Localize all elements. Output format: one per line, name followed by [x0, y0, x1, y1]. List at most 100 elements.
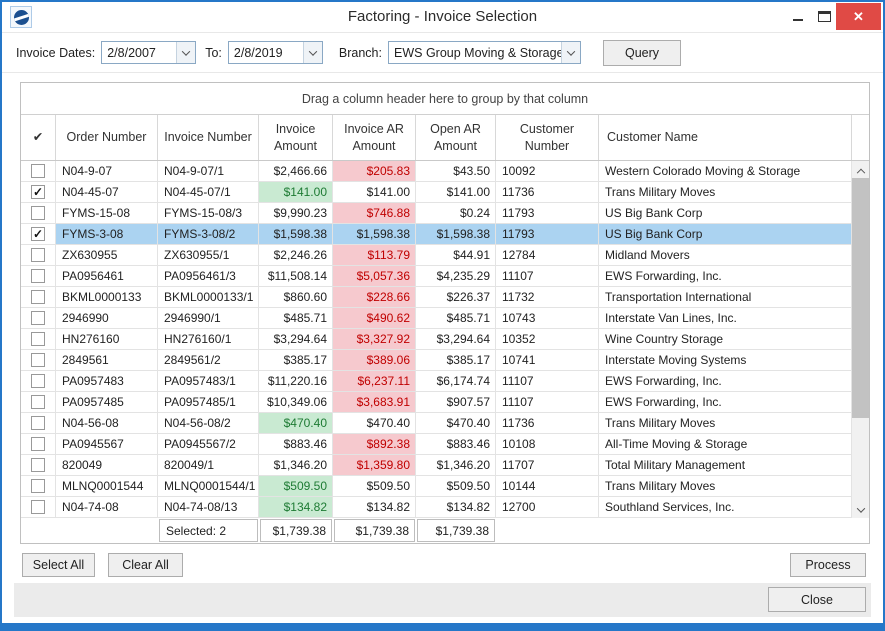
row-checkbox[interactable] — [31, 437, 45, 451]
row-checkbox-cell: ✓ — [21, 182, 56, 202]
column-header-order-number[interactable]: Order Number — [56, 115, 158, 160]
row-checkbox[interactable] — [31, 206, 45, 220]
cell-invoice-ar-amount: $490.62 — [333, 308, 416, 328]
group-by-band[interactable]: Drag a column header here to group by th… — [21, 83, 869, 115]
row-checkbox[interactable] — [31, 395, 45, 409]
table-row[interactable]: N04-56-08 N04-56-08/2 $470.40 $470.40 $4… — [21, 413, 852, 434]
branch-select[interactable]: EWS Group Moving & Storage... — [388, 41, 581, 64]
row-checkbox[interactable] — [31, 500, 45, 514]
row-checkbox-cell — [21, 245, 56, 265]
date-from-picker[interactable]: 2/8/2007 — [101, 41, 196, 64]
cell-invoice-amount: $2,466.66 — [259, 161, 333, 181]
vertical-scrollbar[interactable] — [852, 161, 869, 518]
row-checkbox[interactable] — [31, 269, 45, 283]
column-header-customer-name[interactable]: Customer Name — [599, 115, 852, 160]
cell-open-ar-amount: $485.71 — [416, 308, 496, 328]
row-checkbox[interactable] — [31, 248, 45, 262]
row-checkbox[interactable] — [31, 164, 45, 178]
column-header-invoice-amount[interactable]: Invoice Amount — [259, 115, 333, 160]
scroll-down-button[interactable] — [852, 501, 869, 518]
cell-open-ar-amount: $1,598.38 — [416, 224, 496, 244]
cell-order-number: ZX630955 — [56, 245, 158, 265]
cell-invoice-ar-amount: $205.83 — [333, 161, 416, 181]
scroll-up-button[interactable] — [852, 161, 869, 178]
process-button[interactable]: Process — [790, 553, 866, 577]
cell-open-ar-amount: $385.17 — [416, 350, 496, 370]
column-header-customer-number[interactable]: Customer Number — [496, 115, 599, 160]
row-checkbox[interactable] — [31, 416, 45, 430]
clear-all-button[interactable]: Clear All — [108, 553, 183, 577]
close-window-button[interactable]: ✕ — [836, 3, 881, 30]
cell-open-ar-amount: $6,174.74 — [416, 371, 496, 391]
row-checkbox[interactable] — [31, 479, 45, 493]
branch-dropdown-button[interactable] — [561, 42, 580, 63]
table-row[interactable]: PA0956461 PA0956461/3 $11,508.14 $5,057.… — [21, 266, 852, 287]
column-header-open-ar[interactable]: Open AR Amount — [416, 115, 496, 160]
cell-open-ar-amount: $3,294.64 — [416, 329, 496, 349]
query-button[interactable]: Query — [603, 40, 681, 66]
cell-invoice-number: N04-45-07/1 — [158, 182, 259, 202]
table-row[interactable]: BKML0000133 BKML0000133/1 $860.60 $228.6… — [21, 287, 852, 308]
cell-customer-number: 11736 — [496, 182, 599, 202]
column-header-invoice-ar[interactable]: Invoice AR Amount — [333, 115, 416, 160]
cell-order-number: MLNQ0001544 — [56, 476, 158, 496]
cell-customer-name: Midland Movers — [599, 245, 852, 265]
row-checkbox[interactable] — [31, 458, 45, 472]
select-all-button[interactable]: Select All — [22, 553, 95, 577]
table-row[interactable]: HN276160 HN276160/1 $3,294.64 $3,327.92 … — [21, 329, 852, 350]
row-checkbox[interactable]: ✓ — [31, 227, 45, 241]
table-row[interactable]: N04-9-07 N04-9-07/1 $2,466.66 $205.83 $4… — [21, 161, 852, 182]
minimize-button[interactable] — [785, 3, 811, 30]
cell-invoice-number: FYMS-3-08/2 — [158, 224, 259, 244]
table-row[interactable]: PA0957483 PA0957483/1 $11,220.16 $6,237.… — [21, 371, 852, 392]
table-row[interactable]: ZX630955 ZX630955/1 $2,246.26 $113.79 $4… — [21, 245, 852, 266]
cell-open-ar-amount: $44.91 — [416, 245, 496, 265]
grid-header-row: ✔ Order Number Invoice Number Invoice Am… — [21, 115, 869, 161]
grid-rows: N04-9-07 N04-9-07/1 $2,466.66 $205.83 $4… — [21, 161, 852, 518]
cell-invoice-amount: $11,220.16 — [259, 371, 333, 391]
table-row[interactable]: 2849561 2849561/2 $385.17 $389.06 $385.1… — [21, 350, 852, 371]
row-checkbox[interactable] — [31, 353, 45, 367]
cell-open-ar-amount: $907.57 — [416, 392, 496, 412]
table-row[interactable]: N04-74-08 N04-74-08/13 $134.82 $134.82 $… — [21, 497, 852, 518]
cell-customer-name: EWS Forwarding, Inc. — [599, 392, 852, 412]
cell-customer-name: Trans Military Moves — [599, 413, 852, 433]
date-to-picker[interactable]: 2/8/2019 — [228, 41, 323, 64]
row-checkbox[interactable] — [31, 311, 45, 325]
table-row[interactable]: FYMS-15-08 FYMS-15-08/3 $9,990.23 $746.8… — [21, 203, 852, 224]
cell-invoice-amount: $2,246.26 — [259, 245, 333, 265]
row-checkbox[interactable] — [31, 332, 45, 346]
date-from-dropdown-button[interactable] — [176, 42, 195, 63]
cell-invoice-ar-amount: $746.88 — [333, 203, 416, 223]
invoice-grid: Drag a column header here to group by th… — [20, 82, 870, 544]
table-row[interactable]: 820049 820049/1 $1,346.20 $1,359.80 $1,3… — [21, 455, 852, 476]
maximize-button[interactable] — [811, 3, 837, 30]
summary-open-ar-cell: $1,739.38 — [416, 519, 496, 544]
table-row[interactable]: PA0957485 PA0957485/1 $10,349.06 $3,683.… — [21, 392, 852, 413]
close-button[interactable]: Close — [768, 587, 866, 612]
date-to-dropdown-button[interactable] — [303, 42, 322, 63]
selected-count: Selected: 2 — [159, 519, 258, 542]
cell-invoice-number: HN276160/1 — [158, 329, 259, 349]
row-checkbox[interactable] — [31, 374, 45, 388]
scrollbar-thumb[interactable] — [852, 178, 869, 418]
column-header-invoice-number[interactable]: Invoice Number — [158, 115, 259, 160]
row-checkbox-cell — [21, 455, 56, 475]
cell-order-number: N04-56-08 — [56, 413, 158, 433]
cell-order-number: 2946990 — [56, 308, 158, 328]
table-row[interactable]: ✓ N04-45-07 N04-45-07/1 $141.00 $141.00 … — [21, 182, 852, 203]
invoice-ar-total: $1,739.38 — [334, 519, 415, 542]
cell-invoice-ar-amount: $470.40 — [333, 413, 416, 433]
table-row[interactable]: ✓ FYMS-3-08 FYMS-3-08/2 $1,598.38 $1,598… — [21, 224, 852, 245]
column-header-check[interactable]: ✔ — [21, 115, 56, 160]
table-row[interactable]: PA0945567 PA0945567/2 $883.46 $892.38 $8… — [21, 434, 852, 455]
row-checkbox[interactable] — [31, 290, 45, 304]
row-checkbox-cell — [21, 434, 56, 454]
chevron-up-icon — [856, 168, 864, 176]
table-row[interactable]: MLNQ0001544 MLNQ0001544/1 $509.50 $509.5… — [21, 476, 852, 497]
cell-customer-number: 11707 — [496, 455, 599, 475]
row-checkbox[interactable]: ✓ — [31, 185, 45, 199]
row-checkbox-cell — [21, 371, 56, 391]
table-row[interactable]: 2946990 2946990/1 $485.71 $490.62 $485.7… — [21, 308, 852, 329]
row-checkbox-cell — [21, 392, 56, 412]
